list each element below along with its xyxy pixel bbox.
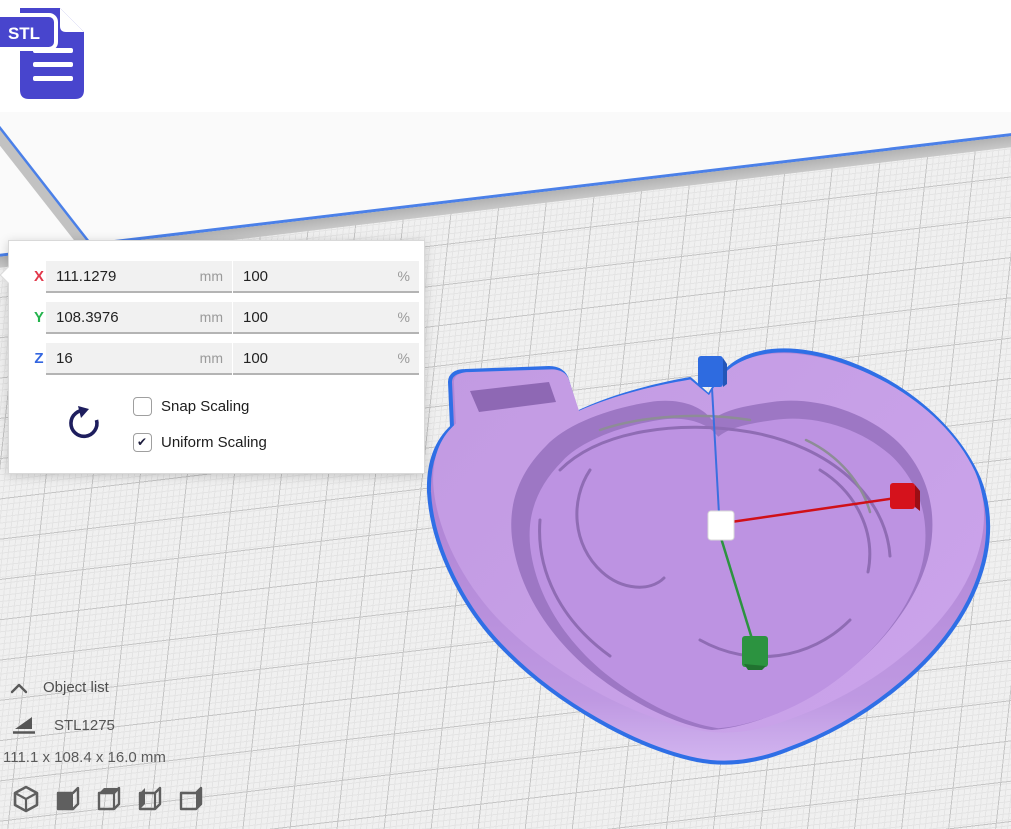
view-right-button[interactable] xyxy=(176,785,204,813)
model-heart-mold[interactable] xyxy=(429,350,988,762)
z-percent-field: % xyxy=(233,343,419,375)
snap-scaling-row: Snap Scaling xyxy=(133,396,249,416)
object-list-title: Object list xyxy=(43,679,109,696)
view-left-button[interactable] xyxy=(135,785,163,813)
axis-z-label: Z xyxy=(31,350,47,367)
view-front-icon xyxy=(53,785,81,813)
view-3d-button[interactable] xyxy=(12,785,40,813)
z-axis-handle[interactable] xyxy=(698,356,727,387)
z-size-input[interactable] xyxy=(46,343,232,373)
axis-x-label: X xyxy=(31,268,47,285)
view-top-button[interactable] xyxy=(94,785,122,813)
y-size-field: mm xyxy=(46,302,232,334)
reset-icon xyxy=(66,405,102,443)
x-size-input[interactable] xyxy=(46,261,232,291)
scale-tool-panel: X mm % Y mm % Z mm % xyxy=(8,240,425,474)
snap-scaling-checkbox[interactable] xyxy=(133,397,152,416)
x-percent-input[interactable] xyxy=(233,261,419,291)
y-axis-handle[interactable] xyxy=(742,636,768,670)
stl-file-icon: STL xyxy=(0,2,92,102)
view-front-button[interactable] xyxy=(53,785,81,813)
axis-y-label: Y xyxy=(31,309,47,326)
file-fold xyxy=(60,8,84,32)
stl-badge-label: STL xyxy=(8,24,40,43)
y-percent-field: % xyxy=(233,302,419,334)
snap-scaling-label: Snap Scaling xyxy=(161,398,249,415)
file-text-lines xyxy=(33,48,73,81)
view-3d-icon xyxy=(12,785,40,813)
x-size-field: mm xyxy=(46,261,232,293)
scale-row-x: X mm % xyxy=(9,261,424,293)
scale-row-y: Y mm % xyxy=(9,302,424,334)
chevron-up-icon xyxy=(10,682,28,694)
object-list-item[interactable]: STL1275 xyxy=(12,714,115,736)
y-size-input[interactable] xyxy=(46,302,232,332)
selected-model-dimensions: 111.1 x 108.4 x 16.0 mm xyxy=(3,749,166,766)
y-percent-input[interactable] xyxy=(233,302,419,332)
view-left-icon xyxy=(135,785,163,813)
center-handle[interactable] xyxy=(708,511,734,540)
view-right-icon xyxy=(176,785,204,813)
uniform-scaling-checkbox[interactable] xyxy=(133,433,152,452)
view-top-icon xyxy=(94,785,122,813)
object-mesh-icon xyxy=(12,714,36,736)
object-item-name: STL1275 xyxy=(54,717,115,734)
scale-row-z: Z mm % xyxy=(9,343,424,375)
z-percent-input[interactable] xyxy=(233,343,419,373)
uniform-scaling-label: Uniform Scaling xyxy=(161,434,267,451)
z-size-field: mm xyxy=(46,343,232,375)
x-percent-field: % xyxy=(233,261,419,293)
uniform-scaling-row: Uniform Scaling xyxy=(133,432,267,452)
camera-view-toolbar xyxy=(12,785,204,813)
object-list-header[interactable]: Object list xyxy=(10,679,109,696)
reset-scale-button[interactable] xyxy=(64,404,104,446)
x-axis-handle[interactable] xyxy=(890,483,920,511)
